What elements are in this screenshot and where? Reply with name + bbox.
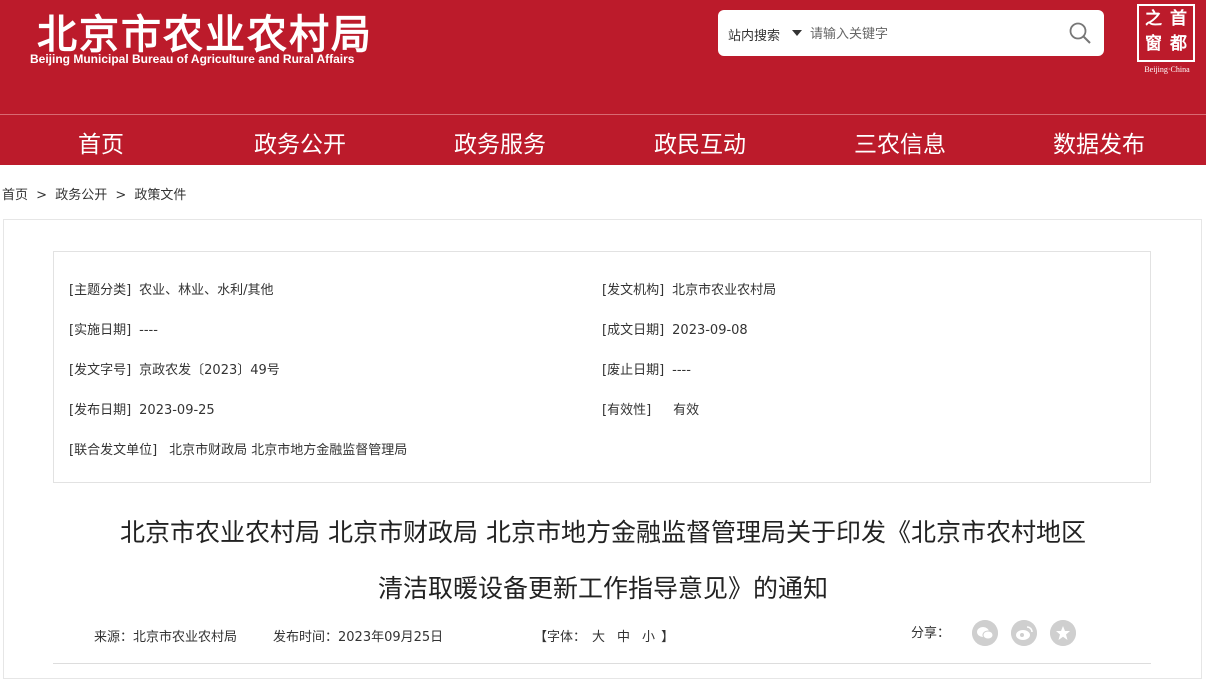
seal-char: 首 — [1170, 9, 1187, 29]
nav-item-gov-services[interactable]: 政务服务 — [454, 125, 546, 159]
article-title-line: 北京市农业农村局 北京市财政局 北京市地方金融监督管理局关于印发《北京市农村地区 — [120, 518, 1086, 547]
meta-issuer: [发文机构] 北京市农业农村局 — [602, 279, 776, 298]
document-metadata: [主题分类] 农业、林业、水利/其他 [发文机构] 北京市农业农村局 [实施日期] -… — [53, 251, 1151, 483]
search-scope-select[interactable]: 站内搜索 — [728, 25, 780, 44]
seal-char: 窗 — [1145, 34, 1162, 54]
meta-impl-date: [实施日期] ---- — [69, 319, 158, 338]
seal-char: 之 — [1145, 9, 1162, 29]
nav-item-data-release[interactable]: 数据发布 — [1053, 125, 1145, 159]
meta-value: 北京市农业农村局 — [672, 283, 777, 298]
font-size-end: 】 — [661, 630, 675, 645]
meta-doc-number: [发文字号] 京政农发〔2023〕49号 — [69, 359, 280, 378]
nav-item-agri-info[interactable]: 三农信息 — [854, 125, 946, 159]
meta-topic: [主题分类] 农业、林业、水利/其他 — [69, 279, 274, 298]
meta-label: [实施日期] — [69, 323, 132, 338]
article-publish-time: 发布时间：2023年09月25日 — [273, 630, 444, 645]
breadcrumb: 首页 > 政务公开 > 政策文件 — [2, 184, 190, 203]
meta-label: [废止日期] — [602, 363, 665, 378]
breadcrumb-gov-affairs[interactable]: 政务公开 — [55, 188, 107, 203]
search-icon[interactable] — [1068, 21, 1092, 45]
breadcrumb-separator: > — [115, 188, 127, 203]
site-logo-en: Beijing Municipal Bureau of Agriculture … — [30, 52, 355, 66]
font-large-button[interactable]: 大 — [592, 630, 605, 645]
meta-validity: [有效性] 有效 — [602, 399, 699, 418]
meta-label: [成文日期] — [602, 323, 665, 338]
meta-value: 北京市财政局 北京市地方金融监督管理局 — [169, 443, 408, 458]
favorite-icon[interactable] — [1050, 620, 1076, 646]
meta-value: 2023-09-08 — [672, 323, 748, 338]
content-divider — [53, 663, 1151, 664]
meta-joint-issuers: [联合发文单位] 北京市财政局 北京市地方金融监督管理局 — [69, 439, 407, 458]
meta-value: ---- — [672, 363, 691, 378]
chevron-down-icon[interactable] — [792, 30, 802, 36]
meta-abolish-date: [废止日期] ---- — [602, 359, 691, 378]
meta-label: [发布日期] — [69, 403, 132, 418]
nav-item-interaction[interactable]: 政民互动 — [654, 125, 746, 159]
meta-written-date: [成文日期] 2023-09-08 — [602, 319, 748, 338]
share-label: 分享： — [911, 626, 951, 641]
article-title: 北京市农业农村局 北京市财政局 北京市地方金融监督管理局关于印发《北京市农村地区… — [40, 505, 1166, 617]
font-size-control: 【字体： 大中小】 — [534, 626, 674, 645]
nav-item-gov-affairs[interactable]: 政务公开 — [254, 125, 346, 159]
meta-value: 有效 — [673, 403, 700, 418]
main-nav: 首页 政务公开 政务服务 政民互动 三农信息 数据发布 — [0, 114, 1206, 165]
seal-char: 都 — [1170, 34, 1187, 54]
capital-window-seal[interactable]: 首 都 之 窗 Beijing·China — [1134, 3, 1200, 75]
meta-label: [发文字号] — [69, 363, 132, 378]
meta-label: [主题分类] — [69, 283, 132, 298]
search-box: 站内搜索 — [718, 10, 1104, 56]
font-medium-button[interactable]: 中 — [617, 630, 630, 645]
font-size-label: 【字体： — [534, 630, 587, 645]
search-input[interactable] — [808, 22, 1052, 46]
weibo-icon[interactable] — [1011, 620, 1037, 646]
meta-publish-date: [发布日期] 2023-09-25 — [69, 399, 215, 418]
meta-label: [联合发文单位] — [69, 443, 158, 458]
nav-item-home[interactable]: 首页 — [78, 125, 124, 159]
article-source: 来源：北京市农业农村局 — [94, 630, 238, 645]
meta-value: ---- — [139, 323, 158, 338]
breadcrumb-separator: > — [36, 188, 48, 203]
meta-value: 农业、林业、水利/其他 — [139, 283, 274, 298]
article-title-line: 清洁取暖设备更新工作指导意见》的通知 — [377, 574, 828, 603]
breadcrumb-policy-docs[interactable]: 政策文件 — [134, 188, 186, 203]
wechat-icon[interactable] — [972, 620, 998, 646]
meta-value: 京政农发〔2023〕49号 — [139, 363, 280, 378]
meta-label: [发文机构] — [602, 283, 665, 298]
meta-label: [有效性] — [602, 403, 652, 418]
seal-caption: Beijing·China — [1144, 65, 1190, 74]
meta-value: 2023-09-25 — [139, 403, 215, 418]
font-small-button[interactable]: 小 — [642, 630, 655, 645]
header-bar: 北京市农业农村局 Beijing Municipal Bureau of Agr… — [0, 0, 1206, 114]
breadcrumb-home[interactable]: 首页 — [2, 188, 28, 203]
